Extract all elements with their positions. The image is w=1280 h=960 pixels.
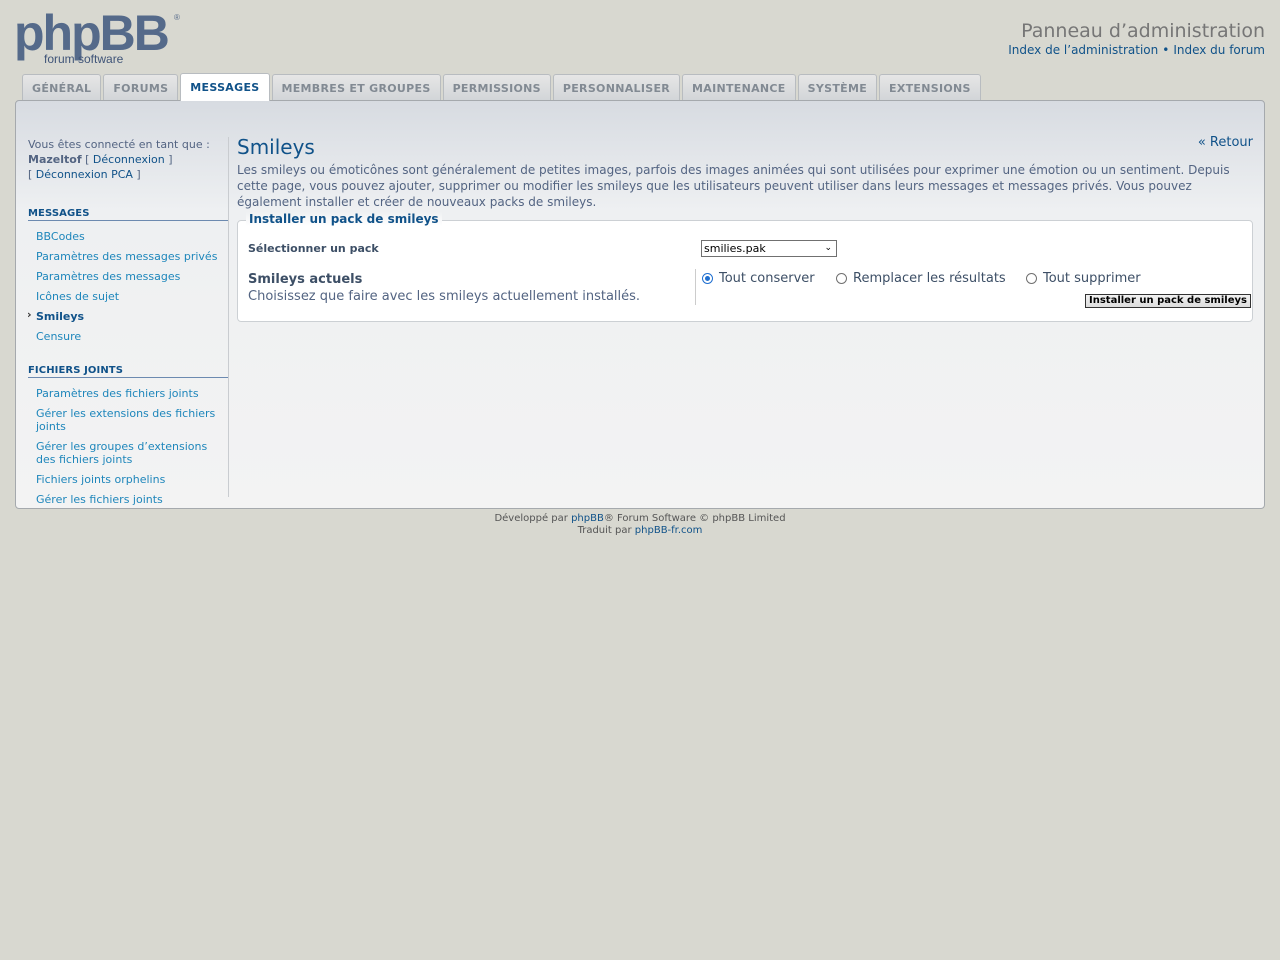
forum-index-link[interactable]: Index du forum	[1173, 43, 1265, 57]
sidebar-item-post-settings[interactable]: Paramètres des messages	[28, 267, 228, 287]
tab-forums[interactable]: FORUMS	[103, 74, 179, 100]
sidebar-item-orphan-attachments[interactable]: Fichiers joints orphelins	[28, 470, 228, 490]
tab-permissions[interactable]: PERMISSIONS	[442, 74, 551, 100]
tab-system[interactable]: SYSTÈME	[797, 74, 878, 100]
tab-extensions[interactable]: EXTENSIONS	[879, 74, 981, 100]
current-smileys-label: Smileys actuels	[248, 272, 363, 287]
sidebar: Vous êtes connecté en tant que : Mazelto…	[27, 137, 229, 506]
phpbb-logo[interactable]: phpBB ® forum software	[14, 8, 182, 66]
footer-powered-prefix: Développé par	[494, 513, 568, 524]
radio-keep-all[interactable]: Tout conserver	[702, 271, 815, 286]
radio-delete-all[interactable]: Tout supprimer	[1026, 271, 1141, 286]
menu-heading-attachments: FICHIERS JOINTS	[28, 365, 228, 378]
menu-list-messages: BBCodes Paramètres des messages privés P…	[27, 227, 228, 347]
sidebar-item-topic-icons[interactable]: Icônes de sujet	[28, 287, 228, 307]
footer: Développé par phpBB® Forum Software © ph…	[0, 513, 1280, 537]
tab-customise[interactable]: PERSONNALISER	[552, 74, 681, 100]
logout-link[interactable]: Déconnexion	[93, 153, 165, 166]
phpbb-logo-graphic: phpBB ® forum software	[14, 8, 180, 66]
pack-select-value: smilies.pak	[704, 242, 766, 255]
sidebar-item-smileys[interactable]: Smileys	[27, 307, 228, 327]
pack-select[interactable]: smilies.pak ⌄	[701, 240, 837, 257]
back-link[interactable]: « Retour	[1198, 135, 1253, 150]
radio-keep-all-label: Tout conserver	[719, 271, 815, 286]
install-pack-button[interactable]: Installer un pack de smileys	[1085, 294, 1251, 308]
login-prefix: Vous êtes connecté en tant que :	[28, 138, 210, 151]
content-area: Smileys « Retour Les smileys ou émoticôn…	[237, 135, 1253, 322]
radio-dot-icon	[836, 273, 847, 284]
sidebar-item-manage-attachments[interactable]: Gérer les fichiers joints	[28, 490, 228, 510]
select-pack-label: Sélectionner un pack	[248, 242, 379, 255]
tab-messages[interactable]: MESSAGES	[180, 73, 270, 101]
main-panel: Vous êtes connecté en tant que : Mazelto…	[15, 100, 1265, 509]
panel-title: Panneau d’administration	[1021, 20, 1265, 42]
login-info: Vous êtes connecté en tant que : Mazelto…	[28, 137, 228, 182]
sidebar-item-bbcodes[interactable]: BBCodes	[28, 227, 228, 247]
tab-maintenance[interactable]: MAINTENANCE	[682, 74, 796, 100]
sidebar-item-attachment-settings[interactable]: Paramètres des fichiers joints	[28, 384, 228, 404]
sidebar-item-censor[interactable]: Censure	[28, 327, 228, 347]
sidebar-item-pm-settings[interactable]: Paramètres des messages privés	[28, 247, 228, 267]
chevron-down-icon: ⌄	[824, 243, 832, 253]
translator-link[interactable]: phpBB-fr.com	[635, 525, 703, 536]
current-smileys-description: Choisissez que faire avec les smileys ac…	[248, 289, 641, 304]
radio-delete-all-label: Tout supprimer	[1043, 271, 1141, 286]
install-pack-fieldset: Installer un pack de smileys Sélectionne…	[237, 212, 1253, 322]
radio-dot-icon	[1026, 273, 1037, 284]
fieldset-legend: Installer un pack de smileys	[246, 212, 442, 226]
tab-users-groups[interactable]: MEMBRES ET GROUPES	[271, 74, 441, 100]
link-separator: •	[1162, 43, 1170, 57]
radio-replace[interactable]: Remplacer les résultats	[836, 271, 1006, 286]
main-tabs: GÉNÉRAL FORUMS MESSAGES MEMBRES ET GROUP…	[22, 73, 981, 101]
radio-dot-icon	[702, 273, 713, 284]
page-title: Smileys	[237, 135, 315, 159]
svg-text:®: ®	[174, 13, 180, 22]
tab-general[interactable]: GÉNÉRAL	[22, 74, 102, 100]
page-description: Les smileys ou émoticônes sont généralem…	[237, 163, 1230, 209]
radio-replace-label: Remplacer les résultats	[853, 271, 1006, 286]
sidebar-item-attachment-extensions[interactable]: Gérer les extensions des fichiers joints	[28, 404, 228, 437]
footer-powered-suffix: ® Forum Software © phpBB Limited	[603, 513, 786, 524]
phpbb-link[interactable]: phpBB	[571, 513, 604, 524]
header-links: Index de l’administration • Index du forum	[1008, 43, 1265, 57]
sidebar-item-extension-groups[interactable]: Gérer les groupes d’extensions des fichi…	[28, 437, 228, 470]
menu-list-attachments: Paramètres des fichiers joints Gérer les…	[28, 384, 228, 510]
username: Mazeltof	[28, 153, 82, 166]
menu-heading-messages: MESSAGES	[28, 208, 228, 221]
svg-text:forum software: forum software	[44, 52, 124, 66]
logout-acp-link[interactable]: Déconnexion PCA	[36, 168, 133, 181]
acp-index-link[interactable]: Index de l’administration	[1008, 43, 1158, 57]
footer-translated-prefix: Traduit par	[577, 525, 632, 536]
row-divider	[695, 269, 696, 305]
